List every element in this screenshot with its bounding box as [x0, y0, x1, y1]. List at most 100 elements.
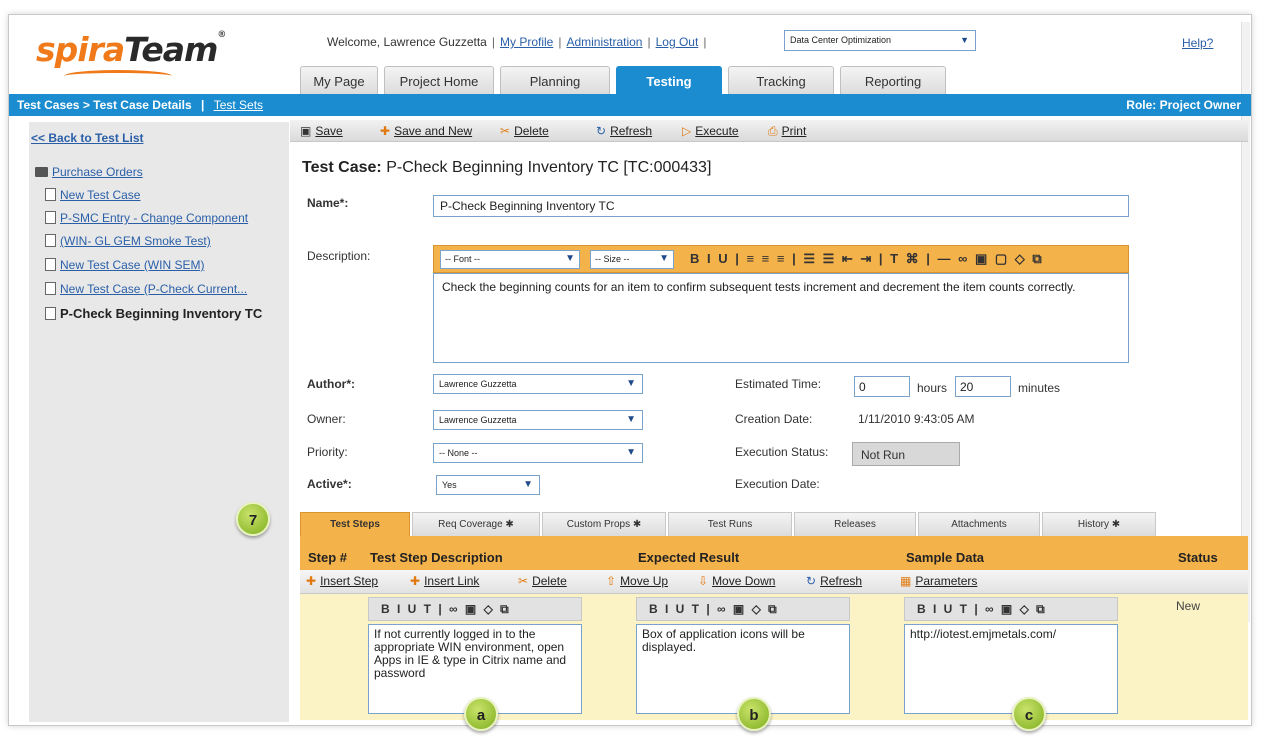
tab-test-runs[interactable]: Test Runs — [668, 512, 792, 536]
author-select[interactable]: Lawrence Guzzetta ▼ — [433, 374, 643, 394]
my-profile-link[interactable]: My Profile — [500, 35, 553, 49]
formatting-buttons[interactable]: B I U | ≡ ≡ ≡ | ☰ ☰ ⇤ ⇥ | T ⌘ | — ∞ ▣ ▢ … — [690, 251, 1044, 267]
refresh-button[interactable]: ↻ Refresh — [596, 124, 652, 138]
active-label: Active*: — [307, 477, 352, 491]
active-select[interactable]: Yes ▼ — [436, 475, 540, 495]
page-title: Test Case: P-Check Beginning Inventory T… — [302, 159, 712, 176]
chevron-down-icon: ▼ — [626, 414, 636, 425]
chevron-down-icon: ▼ — [523, 479, 533, 490]
chevron-down-icon: ▼ — [960, 35, 969, 45]
delete-button[interactable]: ✂ Delete — [500, 124, 549, 138]
name-field[interactable]: P-Check Beginning Inventory TC — [433, 195, 1129, 217]
welcome-bar: Welcome, Lawrence Guzzetta | My Profile | Ad… — [327, 35, 707, 49]
font-select[interactable]: -- Font -- ▼ — [440, 250, 580, 269]
tab-testing[interactable]: Testing — [616, 66, 722, 94]
folder-purchase-orders[interactable]: Purchase Orders — [35, 165, 143, 179]
creation-date-label: Creation Date: — [735, 412, 813, 426]
move-up-button[interactable]: ⇧ Move Up — [606, 574, 668, 588]
refresh-steps-button[interactable]: ↻ Refresh — [806, 574, 862, 588]
welcome-text: Welcome, Lawrence Guzzetta — [327, 35, 487, 49]
tree-item-test-case[interactable]: New Test Case (P-Check Current... — [45, 282, 247, 296]
hours-field[interactable]: 0 — [854, 376, 910, 397]
author-label: Author*: — [307, 377, 355, 391]
column-header-sample-data[interactable]: Sample Data — [906, 550, 984, 565]
save-button[interactable]: ▣ Save — [300, 124, 343, 138]
delete-step-button[interactable]: ✂ Delete — [518, 574, 567, 588]
chevron-down-icon: ▼ — [626, 447, 636, 458]
column-header-description[interactable]: Test Step Description — [370, 550, 503, 565]
priority-select[interactable]: -- None -- ▼ — [433, 443, 643, 463]
sample-data-editor[interactable]: http://iotest.emjmetals.com/ — [904, 624, 1118, 714]
execution-status-label: Execution Status: — [735, 445, 829, 459]
minutes-field[interactable]: 20 — [955, 376, 1011, 397]
minutes-label: minutes — [1018, 381, 1061, 395]
breadcrumb: Test Cases > Test Case Details | Test Se… — [9, 94, 1251, 116]
plus-icon: ✚ — [306, 574, 317, 588]
spirateam-logo: spiraTeam® — [36, 30, 226, 69]
project-select[interactable]: Data Center Optimization ▼ — [784, 30, 976, 51]
expected-result-format-toolbar[interactable]: B I U T | ∞ ▣ ◇ ⧉ — [636, 597, 850, 621]
test-case-icon — [45, 234, 56, 247]
step-status: New — [1176, 599, 1201, 613]
back-to-test-list-link[interactable]: << Back to Test List — [31, 131, 143, 145]
delete-icon: ✂ — [500, 124, 511, 138]
tab-custom-props[interactable]: Custom Props ✱ — [542, 512, 666, 536]
toolbar: ▣ Save ✚ Save and New ✂ Delete ↻ Refresh ▷ Ex… — [290, 120, 1248, 142]
estimated-time-label: Estimated Time: — [735, 377, 822, 391]
insert-step-button[interactable]: ✚ Insert Step — [306, 574, 378, 588]
help-link[interactable]: Help? — [1182, 36, 1213, 50]
chevron-down-icon: ▼ — [659, 253, 669, 264]
parameters-button[interactable]: ▦ Parameters — [900, 574, 977, 588]
tab-project-home[interactable]: Project Home — [384, 66, 494, 94]
tab-tracking[interactable]: Tracking — [728, 66, 834, 94]
folder-icon — [35, 167, 48, 177]
delete-icon: ✂ — [518, 574, 529, 588]
tab-history[interactable]: History ✱ — [1042, 512, 1156, 536]
test-steps-header: Step # Test Step Description Expected Re… — [300, 536, 1248, 570]
role-label: Role: Project Owner — [1126, 98, 1241, 112]
parameters-icon: ▦ — [900, 574, 912, 588]
log-out-link[interactable]: Log Out — [656, 35, 699, 49]
tab-attachments[interactable]: Attachments — [918, 512, 1040, 536]
tab-reporting[interactable]: Reporting — [840, 66, 946, 94]
tab-releases[interactable]: Releases — [794, 512, 916, 536]
step-description-format-toolbar[interactable]: B I U T | ∞ ▣ ◇ ⧉ — [368, 597, 582, 621]
owner-select[interactable]: Lawrence Guzzetta ▼ — [433, 410, 643, 430]
test-sets-link[interactable]: Test Sets — [214, 98, 263, 112]
save-and-new-button[interactable]: ✚ Save and New — [380, 124, 472, 138]
tree-item-test-case[interactable]: P-SMC Entry - Change Component — [45, 211, 248, 225]
tab-my-page[interactable]: My Page — [300, 66, 378, 94]
tree-item-test-case[interactable]: (WIN- GL GEM Smoke Test) — [45, 234, 211, 248]
column-header-expected[interactable]: Expected Result — [638, 550, 739, 565]
chevron-down-icon: ▼ — [626, 378, 636, 389]
callout-7: 7 — [236, 502, 270, 536]
tree-item-selected-test-case[interactable]: P-Check Beginning Inventory TC — [45, 306, 262, 321]
tab-test-steps[interactable]: Test Steps — [300, 512, 410, 536]
column-header-status[interactable]: Status — [1178, 550, 1218, 565]
description-editor[interactable]: Check the beginning counts for an item t… — [433, 273, 1129, 363]
play-icon: ▷ — [682, 124, 692, 138]
arrow-up-icon: ⇧ — [606, 574, 617, 588]
administration-link[interactable]: Administration — [566, 35, 642, 49]
tab-req-coverage[interactable]: Req Coverage ✱ — [412, 512, 540, 536]
tab-planning[interactable]: Planning — [500, 66, 610, 94]
test-case-icon — [45, 258, 56, 271]
column-header-step[interactable]: Step # — [308, 550, 347, 565]
floppy-disk-icon: ▣ — [300, 124, 312, 138]
tree-item-test-case[interactable]: New Test Case — [45, 188, 140, 202]
execute-button[interactable]: ▷ Execute — [682, 124, 739, 138]
name-label: Name*: — [307, 196, 349, 210]
insert-link-button[interactable]: ✚ Insert Link — [410, 574, 479, 588]
execution-date-label: Execution Date: — [735, 477, 820, 491]
refresh-icon: ↻ — [806, 574, 817, 588]
logo-swoosh — [64, 70, 172, 82]
arrow-down-icon: ⇩ — [698, 574, 709, 588]
printer-icon: ⎙ — [768, 124, 778, 138]
tree-item-test-case[interactable]: New Test Case (WIN SEM) — [45, 258, 204, 272]
print-button[interactable]: ⎙ Print — [768, 124, 806, 139]
chevron-down-icon: ▼ — [565, 253, 575, 264]
move-down-button[interactable]: ⇩ Move Down — [698, 574, 775, 588]
size-select[interactable]: -- Size -- ▼ — [590, 250, 674, 269]
refresh-icon: ↻ — [596, 124, 607, 138]
sample-data-format-toolbar[interactable]: B I U T | ∞ ▣ ◇ ⧉ — [904, 597, 1118, 621]
